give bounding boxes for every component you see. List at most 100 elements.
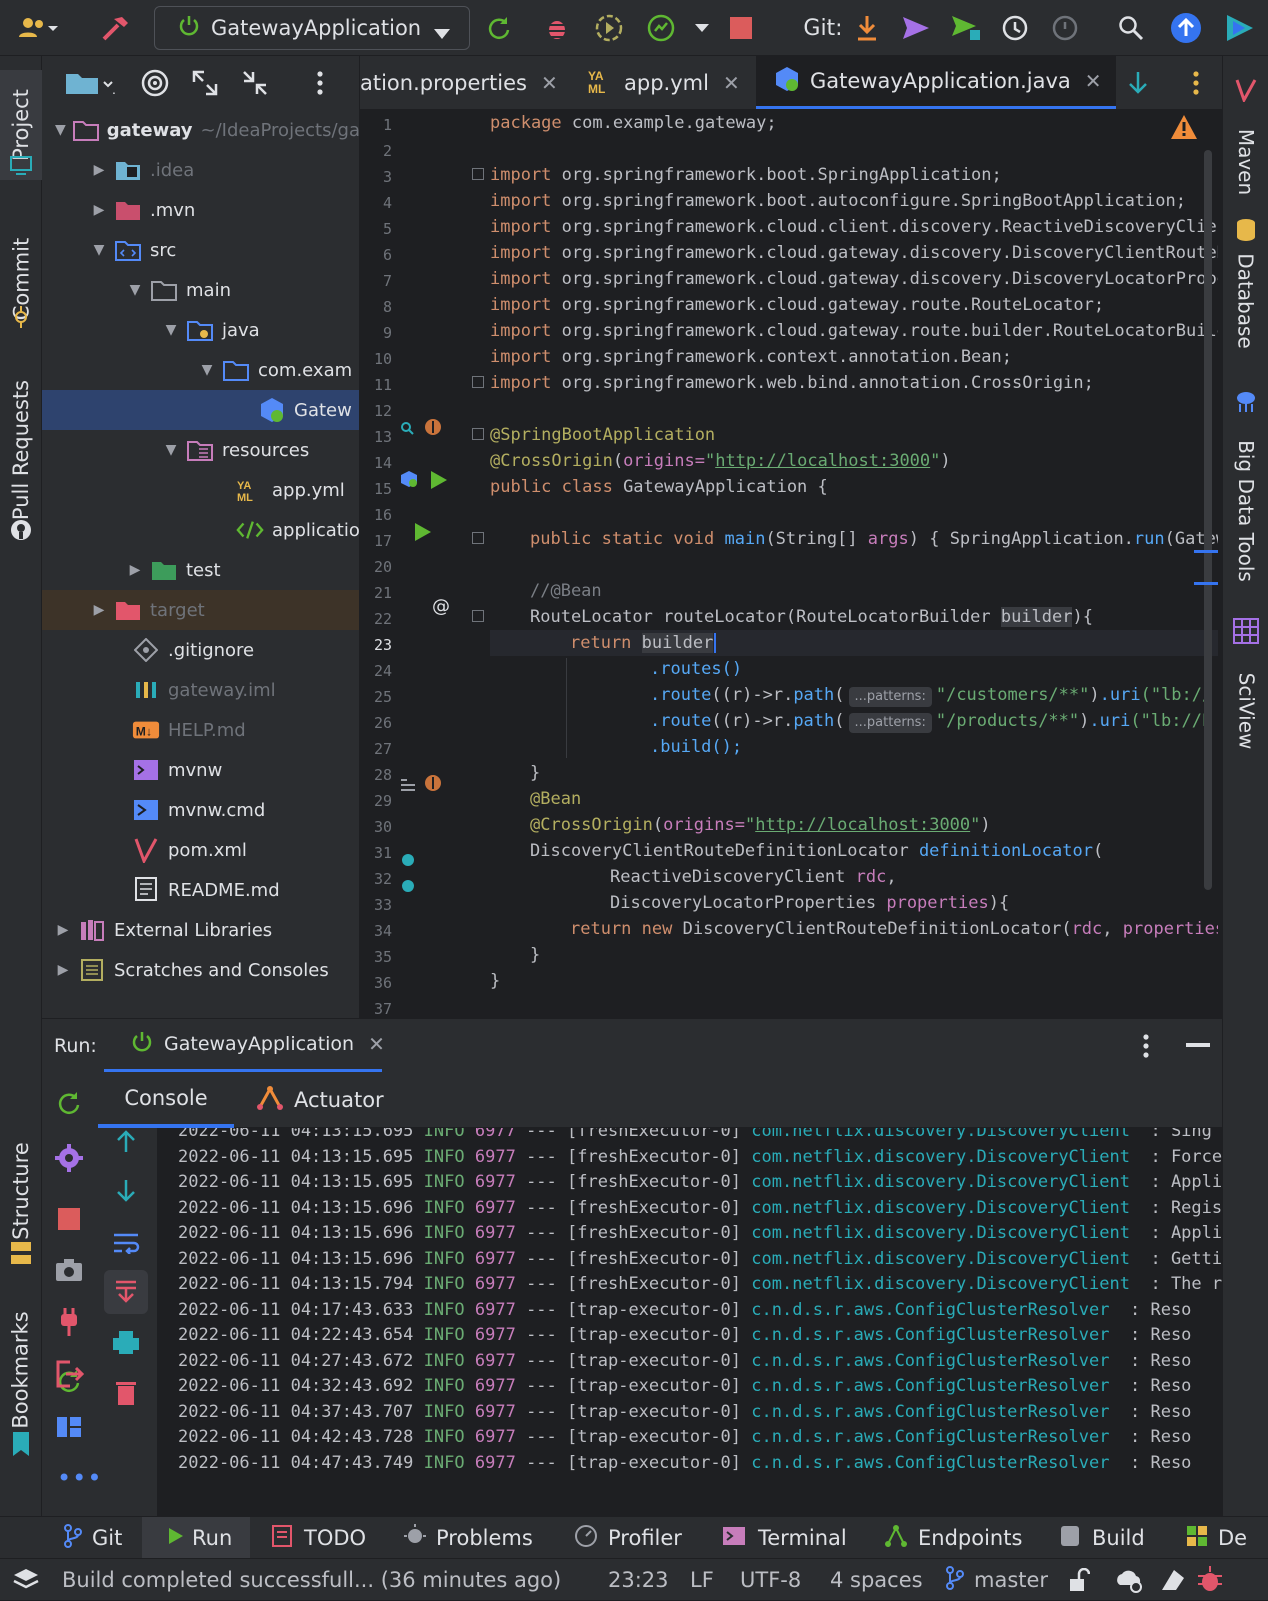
tab-run[interactable]: Run	[142, 1517, 251, 1559]
tree-node-main[interactable]: ▼ main	[42, 270, 359, 310]
git-branch-widget[interactable]: master	[946, 1559, 1048, 1601]
print-icon[interactable]	[112, 1330, 140, 1358]
tree-node-gateway[interactable]: ▼ gateway ~/IdeaProjects/ga	[42, 110, 359, 150]
log-logger[interactable]: com.netflix.discovery.DiscoveryClient	[751, 1147, 1130, 1167]
tab-app-yml[interactable]: YA ML app.yml ✕	[588, 56, 754, 109]
tree-node-idea[interactable]: ▶ .idea	[42, 150, 359, 190]
big-data-tools-tool-tab[interactable]: Big Data Tools	[1223, 426, 1268, 596]
fold-icon[interactable]	[472, 168, 484, 180]
soft-wrap-icon[interactable]	[112, 1232, 140, 1258]
tree-node-mvnw-cmd[interactable]: mvnw.cmd	[42, 790, 359, 830]
options-kebab-icon[interactable]	[316, 70, 324, 100]
log-logger[interactable]: c.n.d.s.r.aws.ConfigClusterResolver	[751, 1453, 1109, 1473]
log-logger[interactable]: com.netflix.discovery.DiscoveryClient	[751, 1198, 1130, 1218]
lock-open-icon[interactable]	[1068, 1559, 1090, 1601]
database-tool-tab[interactable]: Database	[1223, 246, 1268, 356]
tree-node-gateway-application[interactable]: Gatew	[42, 390, 359, 430]
close-icon[interactable]: ✕	[1085, 69, 1102, 93]
profiler-icon[interactable]	[644, 12, 678, 44]
code-editor[interactable]: package com.example.gateway; import org.…	[490, 110, 1218, 1018]
spring-app-icon[interactable]	[400, 470, 418, 492]
rollback-icon[interactable]	[1048, 12, 1082, 44]
cloud-gear-icon[interactable]	[1114, 1559, 1144, 1601]
tree-node-application-properties[interactable]: application	[42, 510, 359, 550]
tab-application-properties[interactable]: ation.properties ✕	[360, 56, 574, 109]
log-logger[interactable]: com.netflix.discovery.DiscoveryClient	[751, 1249, 1130, 1269]
arrow-down-icon[interactable]	[114, 1178, 138, 1208]
git-commit-icon[interactable]	[898, 12, 934, 44]
rerun-icon[interactable]	[56, 1090, 82, 1120]
search-icon[interactable]	[400, 420, 414, 439]
rerun-icon[interactable]	[482, 12, 516, 44]
stop-icon[interactable]	[726, 12, 756, 44]
run-gutter-icon[interactable]	[430, 470, 448, 494]
stop-icon[interactable]	[58, 1208, 80, 1234]
git-push-icon[interactable]	[948, 12, 984, 44]
run-options-kebab-icon[interactable]	[1142, 1033, 1150, 1063]
maven-tool-tab[interactable]: Maven	[1223, 112, 1268, 212]
expand-all-icon[interactable]	[192, 70, 218, 100]
fold-icon[interactable]	[472, 428, 484, 440]
log-logger[interactable]: com.netflix.discovery.DiscoveryClient	[751, 1128, 1130, 1141]
layers-icon[interactable]	[12, 1559, 40, 1601]
tab-build[interactable]: Build	[1060, 1517, 1145, 1559]
log-logger[interactable]: c.n.d.s.r.aws.ConfigClusterResolver	[751, 1351, 1109, 1371]
tree-node-package[interactable]: ▼ com.exam	[42, 350, 359, 390]
spring-bean-icon[interactable]	[424, 774, 442, 796]
line-separator[interactable]: LF	[690, 1559, 714, 1601]
log-logger[interactable]: com.netflix.discovery.DiscoveryClient	[751, 1172, 1130, 1192]
tab-problems[interactable]: Problems	[404, 1517, 533, 1559]
editor-gutter[interactable]: 1 2 3 4 5 6 7 8 9 10 11 12 13 14 15 16 1…	[360, 110, 490, 1018]
plug-icon[interactable]	[58, 1308, 80, 1340]
notifications-bug-icon[interactable]	[1196, 1559, 1224, 1601]
tab-terminal[interactable]: Terminal	[722, 1517, 847, 1559]
code-with-me-icon[interactable]	[1222, 12, 1258, 44]
close-icon[interactable]: ✕	[368, 1032, 385, 1056]
autowired-icon[interactable]	[400, 878, 416, 898]
console-output[interactable]: 2022-06-11 04:13:15.695 INFO 6977 --- [f…	[158, 1128, 1222, 1516]
tree-node-scratches[interactable]: ▶ Scratches and Consoles	[42, 950, 359, 990]
tree-node-java[interactable]: ▼ java	[42, 310, 359, 350]
log-logger[interactable]: com.netflix.discovery.DiscoveryClient	[751, 1274, 1130, 1294]
tab-profiler[interactable]: Profiler	[574, 1517, 682, 1559]
more-icon[interactable]: •••	[57, 1464, 102, 1492]
tree-node-app-yml[interactable]: YA ML app.yml	[42, 470, 359, 510]
log-logger[interactable]: com.netflix.discovery.DiscoveryClient	[751, 1223, 1130, 1243]
log-logger[interactable]: c.n.d.s.r.aws.ConfigClusterResolver	[751, 1402, 1109, 1422]
bookmarks-tool-tab[interactable]: Bookmarks	[0, 1300, 42, 1440]
exit-icon[interactable]	[56, 1360, 85, 1392]
more-run-chevron-icon[interactable]	[690, 12, 714, 44]
history-icon[interactable]	[998, 12, 1032, 44]
tree-node-pom-xml[interactable]: pom.xml	[42, 830, 359, 870]
sciview-tool-tab[interactable]: SciView	[1223, 656, 1268, 766]
tree-node-external-libraries[interactable]: ▶ External Libraries	[42, 910, 359, 950]
log-logger[interactable]: c.n.d.s.r.aws.ConfigClusterResolver	[751, 1376, 1109, 1396]
tree-node-gateway-iml[interactable]: gateway.iml	[42, 670, 359, 710]
target-icon[interactable]	[140, 68, 170, 102]
file-encoding[interactable]: UTF-8	[740, 1559, 801, 1601]
indent-setting[interactable]: 4 spaces	[830, 1559, 923, 1601]
close-icon[interactable]: ✕	[723, 71, 740, 95]
fold-icon[interactable]	[472, 610, 484, 622]
minimize-icon[interactable]	[1186, 1043, 1210, 1047]
code-url-link[interactable]: http://localhost:3000	[715, 451, 930, 471]
editor-scrollbar[interactable]	[1204, 150, 1212, 890]
search-icon[interactable]	[1114, 12, 1148, 44]
bean-list-icon[interactable]	[400, 776, 416, 795]
scroll-to-end-toggle[interactable]	[104, 1270, 148, 1314]
structure-tool-tab[interactable]: Structure	[0, 1126, 42, 1256]
tab-git[interactable]: Git	[64, 1517, 122, 1559]
tab-actuator[interactable]: Actuator	[256, 1072, 384, 1128]
tab-gateway-application-java[interactable]: GatewayApplication.java ✕	[756, 56, 1116, 109]
caret-position[interactable]: 23:23	[608, 1559, 669, 1601]
users-icon[interactable]	[14, 12, 66, 44]
git-update-icon[interactable]	[850, 12, 884, 44]
warning-icon[interactable]	[1170, 114, 1198, 144]
tree-node-help-md[interactable]: M↓ HELP.md	[42, 710, 359, 750]
run-config-tab[interactable]: GatewayApplication ✕	[104, 1019, 385, 1073]
fold-icon[interactable]	[472, 376, 484, 388]
pull-requests-tool-tab[interactable]: Pull Requests	[0, 360, 42, 540]
tree-node-readme[interactable]: README.md	[42, 870, 359, 910]
collapse-all-icon[interactable]	[242, 70, 268, 100]
gear-icon[interactable]	[55, 1144, 83, 1176]
